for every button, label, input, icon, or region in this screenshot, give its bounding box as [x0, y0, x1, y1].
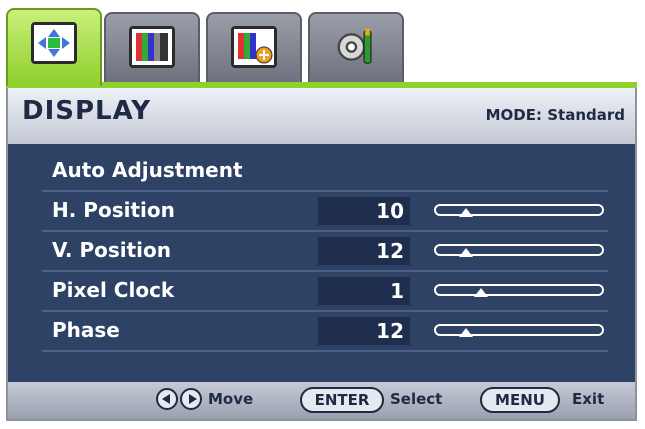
menu-item-label: V. Position: [52, 238, 172, 262]
menu-item-pixel-clock[interactable]: Pixel Clock 1: [42, 272, 608, 312]
menu-item-value: 10: [318, 197, 410, 225]
tab-bar: [6, 8, 426, 86]
menu-item-value: 1: [318, 277, 410, 305]
tab-system[interactable]: [308, 12, 404, 82]
picture-advanced-icon: [231, 26, 277, 68]
h-position-slider[interactable]: [434, 204, 604, 217]
slider-thumb[interactable]: [474, 288, 488, 297]
menu-key-icon: MENU: [480, 387, 560, 413]
select-hint-label: Select: [390, 390, 443, 408]
tab-picture-advanced[interactable]: [206, 12, 302, 82]
picture-icon: [129, 26, 175, 68]
pixel-clock-slider[interactable]: [434, 284, 604, 297]
menu-item-auto-adjustment[interactable]: Auto Adjustment: [42, 152, 608, 192]
mode-indicator: MODE: Standard: [485, 106, 625, 124]
page-title: DISPLAY: [22, 96, 152, 126]
menu-item-value: 12: [318, 317, 410, 345]
menu-item-label: Auto Adjustment: [52, 158, 243, 182]
menu-header: DISPLAY MODE: Standard: [6, 88, 637, 144]
v-position-slider[interactable]: [434, 244, 604, 257]
menu-item-value: 12: [318, 237, 410, 265]
menu-item-label: H. Position: [52, 198, 175, 222]
menu-item-label: Phase: [52, 318, 120, 342]
move-hint-label: Move: [208, 390, 254, 408]
phase-slider[interactable]: [434, 324, 604, 337]
slider-thumb[interactable]: [459, 208, 473, 217]
menu-item-label: Pixel Clock: [52, 278, 175, 302]
menu-item-phase[interactable]: Phase 12: [42, 312, 608, 352]
enter-key-icon: ENTER: [300, 387, 384, 413]
system-settings-icon: [333, 26, 379, 68]
tab-picture[interactable]: [104, 12, 200, 82]
menu-item-v-position[interactable]: V. Position 12: [42, 232, 608, 272]
menu-panel: Auto Adjustment H. Position 10 V. Positi…: [6, 144, 637, 382]
right-arrow-key-icon: [180, 388, 202, 410]
tab-display[interactable]: [6, 8, 102, 86]
left-arrow-key-icon: [156, 388, 178, 410]
display-icon: [31, 22, 77, 64]
key-hint-bar: Move ENTER Select MENU Exit: [6, 382, 637, 421]
slider-thumb[interactable]: [459, 248, 473, 257]
osd-window: DISPLAY MODE: Standard Auto Adjustment H…: [6, 8, 637, 421]
exit-hint-label: Exit: [572, 390, 605, 408]
menu-item-h-position[interactable]: H. Position 10: [42, 192, 608, 232]
slider-thumb[interactable]: [459, 328, 473, 337]
